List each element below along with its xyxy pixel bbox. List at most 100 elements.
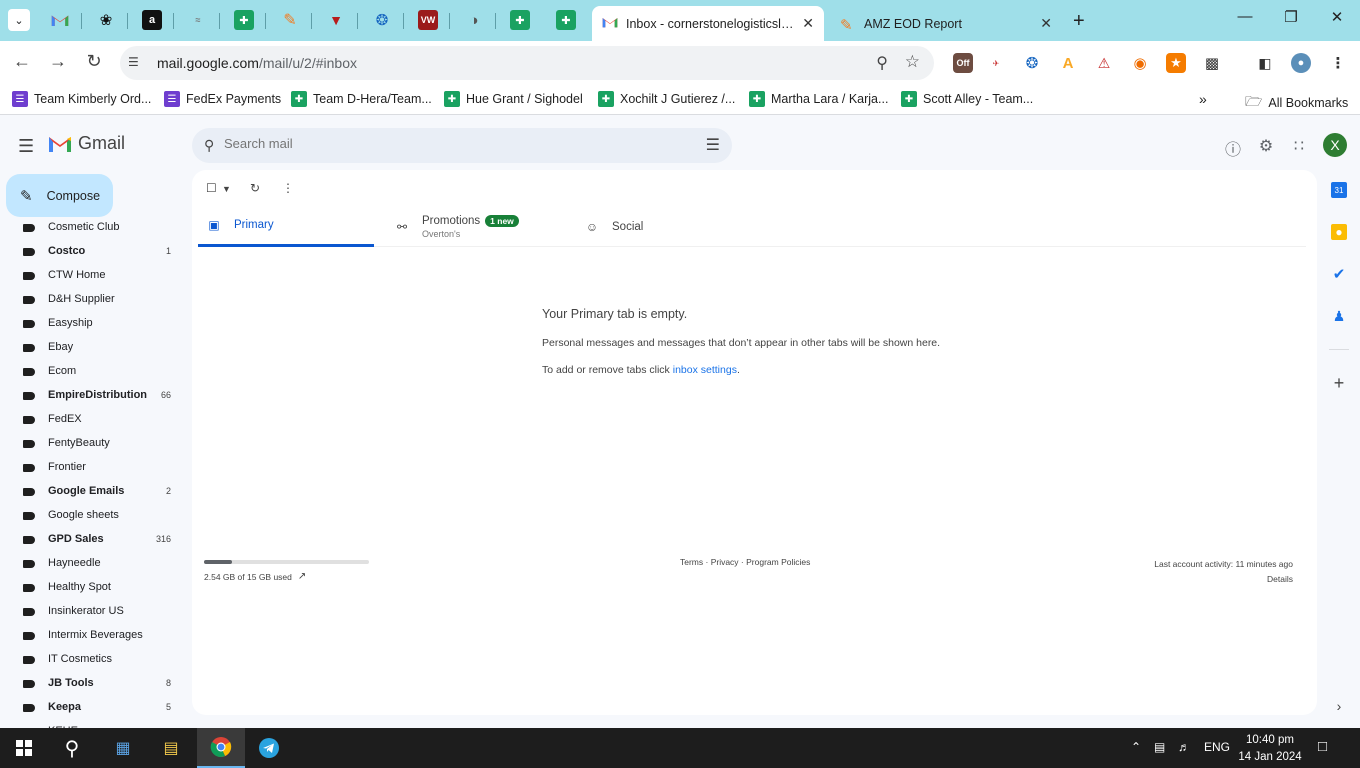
details-link[interactable]: Details — [1154, 572, 1293, 587]
pinned-tab-vw-icon[interactable]: VW — [418, 10, 438, 30]
bookmark-item[interactable]: ✚ Team D-Hera/Team... — [291, 91, 432, 107]
sidebar-label-item[interactable]: Healthy Spot — [0, 575, 192, 599]
tab-promotions[interactable]: ⚯ Promotions 1 new Overton's — [394, 206, 574, 247]
sidebar-label-item[interactable]: Google sheets — [0, 503, 192, 527]
network-icon[interactable]: ▤ — [1154, 740, 1165, 754]
back-arrow-icon[interactable]: ← — [10, 51, 34, 72]
sidebar-label-item[interactable]: D&H Supplier — [0, 287, 192, 311]
sidebar-label-item[interactable]: Easyship — [0, 311, 192, 335]
sidebar-label-item[interactable]: EmpireDistribution 66 — [0, 383, 192, 407]
sidebar-label-item[interactable]: FentyBeauty — [0, 431, 192, 455]
more-options-kebab-icon[interactable]: ⋮ — [282, 181, 294, 195]
show-hidden-icons-chevron-icon[interactable]: ⌃ — [1131, 740, 1141, 754]
search-options-tune-icon[interactable]: ☰ — [706, 135, 720, 155]
open-external-icon[interactable]: ↗ — [298, 571, 306, 582]
pinned-tab-gmail-icon[interactable] — [50, 10, 70, 30]
add-addon-plus-icon[interactable]: + — [1331, 373, 1347, 393]
tab-gmail-inbox[interactable]: Inbox - cornerstonelogisticsllc2 ✕ — [592, 6, 824, 41]
sidebar-label-item[interactable]: IT Cosmetics — [0, 647, 192, 671]
bookmarks-overflow-chevron-icon[interactable]: » — [1199, 91, 1207, 107]
pinned-tab-app-icon[interactable]: ✎ — [280, 10, 300, 30]
sidebar-label-item[interactable]: Insinkerator US — [0, 599, 192, 623]
help-icon[interactable]: ⓘ — [1222, 136, 1244, 160]
pinned-tab-amazon-icon[interactable]: a — [142, 10, 162, 30]
taskbar-clock[interactable]: 10:40 pm 14 Jan 2024 — [1230, 732, 1310, 766]
file-explorer-folder-icon[interactable]: ▤ — [147, 728, 195, 768]
sidebar-label-item[interactable]: Frontier — [0, 455, 192, 479]
pinned-tab-sheets-icon[interactable]: ✚ — [234, 10, 254, 30]
inbox-settings-link[interactable]: inbox settings — [673, 364, 737, 376]
keep-icon[interactable]: ● — [1331, 224, 1347, 240]
taskbar-search-icon[interactable]: ⚲ — [48, 728, 96, 768]
volume-icon[interactable]: ♬ — [1178, 740, 1190, 754]
profile-avatar-icon[interactable]: ● — [1291, 53, 1311, 73]
extension-scout-icon[interactable]: A — [1058, 53, 1078, 73]
extension-circle-icon[interactable]: ◉ — [1130, 53, 1150, 73]
tasks-icon[interactable]: ✔ — [1331, 266, 1347, 283]
pinned-tab-triangle-icon[interactable]: ▼ — [326, 10, 346, 30]
new-tab-plus-icon[interactable]: + — [1073, 10, 1085, 33]
pinned-tab-generic-icon[interactable]: ≈ — [188, 10, 208, 30]
address-bar[interactable]: ☰ mail.google.com/mail/u/2/#inbox ⚲ ☆ — [120, 46, 934, 80]
pinned-tab-openai-icon[interactable]: ❀ — [96, 10, 116, 30]
extension-off-icon[interactable]: Off — [953, 53, 973, 73]
sidebar-label-item[interactable]: Ebay — [0, 335, 192, 359]
sidebar-label-item[interactable]: Cosmetic Club — [0, 222, 192, 239]
telegram-icon[interactable] — [245, 728, 293, 768]
search-icon[interactable]: ⚲ — [204, 137, 214, 154]
bookmark-item[interactable]: ✚ Martha Lara / Karja... — [749, 91, 888, 107]
sidebar-label-item[interactable]: Costco 1 — [0, 239, 192, 263]
input-language[interactable]: ENG — [1204, 740, 1230, 754]
pinned-tab-sheets-icon[interactable]: ✚ — [556, 10, 576, 30]
apps-grid-icon[interactable]: ∷ — [1288, 136, 1310, 156]
bookmark-star-icon[interactable]: ☆ — [905, 52, 920, 72]
expand-chevron-icon[interactable]: › — [1331, 698, 1347, 714]
tab-search-chevron-icon[interactable]: ⌄ — [8, 9, 30, 31]
sidebar-label-item[interactable]: Hayneedle — [0, 551, 192, 575]
main-menu-hamburger-icon[interactable]: ☰ — [18, 136, 34, 157]
restore-icon[interactable]: ❐ — [1268, 8, 1314, 26]
zoom-magnifier-icon[interactable]: ⚲ — [876, 53, 888, 73]
sidebar-label-item[interactable]: FedEX — [0, 407, 192, 431]
bookmark-item[interactable]: ✚ Hue Grant / Sighodel — [444, 91, 583, 107]
notifications-icon[interactable]: □ — [1318, 738, 1327, 755]
window-close-icon[interactable]: ✕ — [1314, 8, 1360, 26]
tab-social[interactable]: ☺ Social — [584, 206, 764, 247]
search-input[interactable] — [224, 136, 664, 151]
sidebar-label-item[interactable]: GPD Sales 316 — [0, 527, 192, 551]
close-icon[interactable]: ✕ — [802, 15, 814, 32]
close-icon[interactable]: ✕ — [1040, 15, 1052, 32]
reload-icon[interactable]: ↻ — [82, 51, 106, 72]
settings-gear-icon[interactable]: ⚙ — [1255, 136, 1277, 156]
contacts-icon[interactable]: ♟ — [1331, 308, 1347, 324]
footer-links[interactable]: Terms · Privacy · Program Policies — [680, 557, 810, 567]
extension-plane-icon[interactable]: ✈ — [986, 53, 1006, 73]
extensions-puzzle-icon[interactable]: ▩ — [1202, 53, 1222, 73]
sidebar-label-item[interactable]: Keepa 5 — [0, 695, 192, 719]
bookmark-item[interactable]: ☰ Team Kimberly Ord... — [12, 91, 151, 107]
site-info-icon[interactable]: ☰ — [128, 55, 144, 71]
url-text[interactable]: mail.google.com/mail/u/2/#inbox — [157, 55, 357, 71]
bookmark-item[interactable]: ✚ Scott Alley - Team... — [901, 91, 1033, 107]
bookmark-item[interactable]: ✚ Xochilt J Gutierez /... — [598, 91, 735, 107]
tab-amz-eod-report[interactable]: ✎ AMZ EOD Report ✕ — [830, 6, 1062, 41]
pinned-tab-sheets-icon[interactable]: ✚ — [510, 10, 530, 30]
taskbar-app-icon[interactable]: ▦ — [99, 728, 147, 768]
pinned-tab-wheel-icon[interactable]: ❂ — [372, 10, 392, 30]
bookmark-item[interactable]: ☰ FedEx Payments — [164, 91, 281, 107]
refresh-icon[interactable]: ↻ — [250, 181, 260, 195]
gmail-logo[interactable]: Gmail — [48, 133, 125, 154]
forward-arrow-icon[interactable]: → — [46, 51, 70, 72]
search-bar[interactable]: ⚲ ☰ — [192, 128, 732, 163]
select-checkbox[interactable]: ☐ — [206, 181, 217, 195]
sidebar-label-item[interactable]: KEHE — [0, 719, 192, 728]
tab-primary[interactable]: ▣ Primary — [198, 206, 374, 247]
select-dropdown-caret-icon[interactable]: ▼ — [222, 184, 231, 194]
sidebar-label-item[interactable]: Google Emails 2 — [0, 479, 192, 503]
windows-start-icon[interactable] — [0, 728, 48, 768]
extension-star-icon[interactable]: ★ — [1166, 53, 1186, 73]
account-avatar[interactable]: X — [1323, 133, 1347, 157]
sidebar-label-item[interactable]: Ecom — [0, 359, 192, 383]
pinned-tab-globe-icon[interactable]: ◑ — [464, 10, 484, 30]
side-panel-icon[interactable]: ◧ — [1255, 53, 1275, 73]
